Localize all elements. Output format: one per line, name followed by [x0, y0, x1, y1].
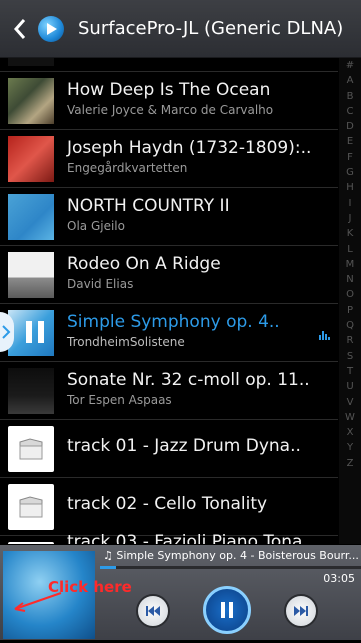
- album-thumb: [8, 58, 54, 66]
- side-drawer-handle[interactable]: [0, 312, 14, 352]
- list-item[interactable]: track 03 - Fazioli Piano Tona..: [0, 532, 338, 544]
- track-artist: Tor Espen Aspaas: [67, 393, 172, 407]
- index-letter[interactable]: W: [345, 410, 355, 425]
- track-title: Joseph Haydn (1732-1809):..: [67, 138, 312, 158]
- index-letter[interactable]: L: [347, 242, 353, 257]
- folder-icon: [8, 426, 54, 472]
- index-letter[interactable]: S: [347, 349, 353, 364]
- index-letter[interactable]: A: [347, 73, 354, 88]
- track-artist: TrondheimSolistene: [67, 335, 185, 349]
- header-bar: SurfacePro-JL (Generic DLNA): [0, 0, 361, 58]
- music-note-icon: ♫: [103, 549, 117, 562]
- album-thumb: [8, 252, 54, 298]
- elapsed-time: 03:05: [323, 572, 355, 585]
- index-letter[interactable]: I: [349, 196, 352, 211]
- folder-icon: [8, 484, 54, 530]
- list-item[interactable]: How Deep Is The Ocean Valerie Joyce & Ma…: [0, 72, 338, 130]
- album-thumb: [8, 368, 54, 414]
- track-artist: Engegårdkvartetten: [67, 161, 188, 175]
- index-letter[interactable]: G: [346, 165, 354, 180]
- index-letter[interactable]: #: [346, 58, 354, 73]
- index-letter[interactable]: F: [347, 150, 353, 165]
- list-item[interactable]: NORTH COUNTRY II Ola Gjeilo: [0, 188, 338, 246]
- index-letter[interactable]: E: [347, 134, 353, 149]
- back-button[interactable]: [10, 0, 30, 58]
- index-letter[interactable]: P: [347, 303, 353, 318]
- album-thumb: [8, 78, 54, 124]
- click-here-annotation: Click here: [48, 578, 132, 596]
- track-title: How Deep Is The Ocean: [67, 80, 271, 100]
- track-title: track 03 - Fazioli Piano Tona..: [67, 532, 314, 544]
- chevron-left-icon: [13, 18, 26, 39]
- alphabet-index[interactable]: # A B C D E F G H I J K L M N O P Q R S T U V W X Y Z: [339, 58, 361, 544]
- index-letter[interactable]: B: [347, 89, 354, 104]
- index-letter[interactable]: T: [347, 364, 353, 379]
- index-letter[interactable]: V: [347, 395, 354, 410]
- now-playing-title: ♫ Simple Symphony op. 4 - Boisterous Bou…: [103, 549, 358, 562]
- index-letter[interactable]: N: [346, 272, 353, 287]
- index-letter[interactable]: D: [346, 119, 354, 134]
- track-title: track 02 - Cello Tonality: [67, 494, 268, 514]
- index-letter[interactable]: C: [347, 104, 354, 119]
- list-item[interactable]: track 02 - Cello Tonality: [0, 478, 338, 536]
- index-letter[interactable]: U: [346, 379, 353, 394]
- track-title: Rodeo On A Ridge: [67, 254, 221, 274]
- index-letter[interactable]: K: [347, 226, 354, 241]
- next-button[interactable]: [284, 594, 318, 628]
- list-item[interactable]: Rodeo On A Ridge David Elias: [0, 246, 338, 304]
- track-artist: Ola Gjeilo: [67, 219, 125, 233]
- folder-icon: [8, 542, 54, 544]
- pause-overlay-icon: [14, 308, 56, 356]
- pause-icon: [221, 602, 233, 618]
- track-title: NORTH COUNTRY II: [67, 196, 230, 216]
- index-letter[interactable]: H: [346, 180, 354, 195]
- list-item[interactable]: Sonate Nr. 32 c-moll op. 11.. Tor Espen …: [0, 362, 338, 420]
- index-letter[interactable]: Z: [347, 456, 354, 471]
- track-artist: David Elias: [67, 277, 134, 291]
- list-item[interactable]: track 01 - Jazz Drum Dyna..: [0, 420, 338, 478]
- list-item[interactable]: Joseph Haydn (1732-1809):.. Engegårdkvar…: [0, 130, 338, 188]
- list-item[interactable]: [0, 58, 338, 72]
- index-letter[interactable]: O: [346, 287, 354, 302]
- skip-back-icon: [146, 606, 160, 616]
- page-title: SurfacePro-JL (Generic DLNA): [78, 18, 344, 39]
- track-title: Simple Symphony op. 4..: [67, 312, 280, 332]
- album-thumb: [8, 194, 54, 240]
- previous-button[interactable]: [136, 594, 170, 628]
- track-list[interactable]: How Deep Is The Ocean Valerie Joyce & Ma…: [0, 58, 338, 544]
- track-artist: Valerie Joyce & Marco de Carvalho: [67, 103, 274, 117]
- equalizer-icon: [319, 330, 330, 340]
- play-pause-button[interactable]: [203, 586, 251, 634]
- track-title: track 01 - Jazz Drum Dyna..: [67, 436, 301, 456]
- index-letter[interactable]: Y: [347, 440, 353, 455]
- progress-bar[interactable]: [100, 566, 361, 569]
- skip-forward-icon: [294, 606, 308, 616]
- album-thumb: [8, 136, 54, 182]
- app-logo-icon: [38, 15, 64, 42]
- index-letter[interactable]: R: [347, 333, 354, 348]
- track-title: Sonate Nr. 32 c-moll op. 11..: [67, 370, 310, 390]
- index-letter[interactable]: X: [347, 425, 354, 440]
- index-letter[interactable]: J: [349, 211, 352, 226]
- index-letter[interactable]: Q: [346, 318, 354, 333]
- index-letter[interactable]: M: [346, 257, 355, 272]
